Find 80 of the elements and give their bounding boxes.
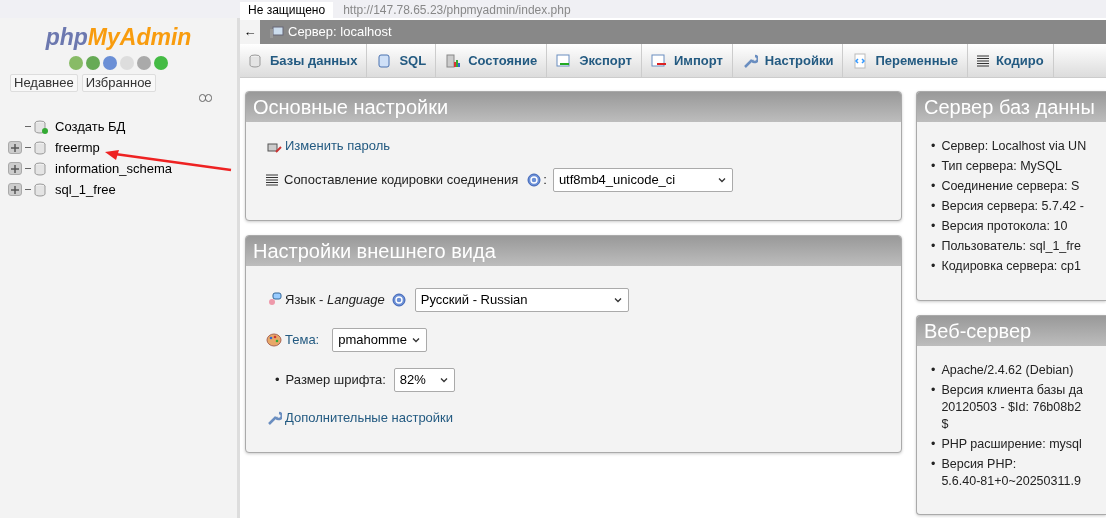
language-label: Язык - Language (285, 291, 385, 310)
server-breadcrumb[interactable]: Сервер: localhost (288, 22, 392, 42)
info-item: Сервер: Localhost via UN (941, 138, 1087, 155)
panel-title: Настройки внешнего вида (253, 239, 496, 264)
bullet: • (931, 198, 936, 215)
dropdown[interactable]: pmahomme (332, 328, 428, 352)
bullet: • (931, 436, 936, 453)
database-icon (34, 140, 48, 155)
nav-tab[interactable]: Кодиро (967, 44, 1054, 77)
expand-icon[interactable] (8, 141, 22, 154)
list-icon (976, 54, 989, 67)
dropdown[interactable]: Русский - Russian (414, 288, 629, 312)
nav-tab[interactable]: Состояние (436, 44, 548, 77)
bullet: • (275, 371, 280, 390)
link-icon[interactable] (199, 94, 212, 102)
help-icon (527, 172, 542, 187)
bullet: • (931, 138, 936, 155)
palette-icon (266, 333, 282, 347)
dropdown[interactable]: 82% (393, 368, 455, 392)
import-icon (650, 52, 667, 69)
bar-chart-icon (445, 52, 462, 69)
more-settings-link[interactable]: Дополнительные настройки (285, 408, 454, 428)
expand-icon[interactable] (8, 162, 22, 175)
list-icon (266, 173, 278, 186)
bullet: • (931, 258, 936, 275)
sidebar-tab[interactable]: Избранное (81, 74, 156, 92)
theme-label: Тема: (285, 331, 320, 350)
sidebar-tab[interactable]: Недавнее (10, 74, 78, 92)
font-size-label: Размер шрифта: (285, 371, 386, 390)
info-item: Версия протокола: 10 (941, 218, 1068, 235)
wrench-icon (266, 409, 282, 426)
back-button[interactable]: ← (240, 20, 260, 44)
info-item: PHP расширение: mysql (941, 436, 1082, 453)
info-item: Тип сервера: MySQL (941, 158, 1062, 175)
nav-tab[interactable]: Импорт (641, 44, 733, 77)
change-password-link[interactable]: Изменить пароль (285, 136, 391, 156)
help-icon[interactable] (103, 56, 117, 70)
help-icon (391, 293, 406, 307)
info-item: Версия клиента базы да 20120503 - $Id: 76b08b2 $ (941, 382, 1083, 433)
server-icon (270, 25, 284, 39)
panel-title: Основные настройки (253, 95, 449, 120)
nav-tab[interactable]: Экспорт (547, 44, 642, 77)
dropdown[interactable]: utf8mb4_unicode_ci (552, 167, 733, 192)
chevron-icon (438, 375, 449, 385)
info-item: Пользователь: sql_1_fre (941, 238, 1081, 255)
code-file-icon (852, 52, 869, 69)
expand-icon[interactable] (8, 183, 22, 196)
colon-label: : (543, 170, 547, 189)
chevron-icon (612, 295, 623, 305)
nav-tab[interactable]: Базы данных (240, 44, 368, 77)
collation-label: Сопоставление кодировки соединения (284, 170, 519, 189)
bullet: • (931, 158, 936, 175)
database-icon (34, 161, 48, 176)
database-icon (249, 53, 263, 68)
database-plus-icon (34, 119, 48, 134)
database-tree-item[interactable]: information_schema (55, 158, 173, 179)
chevron-icon (411, 335, 422, 345)
info-item: Соединение сервера: S (941, 178, 1080, 195)
info-item: Кодировка сервера: cp1 (941, 258, 1081, 275)
bullet: • (931, 218, 936, 235)
nav-tab[interactable]: Переменные (843, 44, 968, 77)
security-label[interactable]: Не защищено (240, 2, 334, 18)
panel-title: Веб-сервер (924, 319, 1032, 344)
database-tree-item[interactable]: Создать БД (55, 116, 126, 137)
phpmyadmin-logo[interactable]: phpMyAdmin (45, 24, 192, 50)
bullet: • (931, 362, 936, 379)
nav-tab[interactable]: SQL (367, 44, 437, 77)
export-icon (556, 52, 573, 69)
bullet: • (931, 382, 936, 399)
bullet: • (931, 456, 936, 473)
info-item: Apache/2.4.62 (Debian) (941, 362, 1074, 379)
info-item: Версия сервера: 5.7.42 - (941, 198, 1084, 215)
database-tree-item[interactable]: freermp (55, 137, 100, 158)
bullet: • (931, 178, 936, 195)
database-tree-item[interactable]: sql_1_free (55, 179, 116, 200)
nav-tab[interactable]: Настройки (732, 44, 844, 77)
database-icon (34, 182, 48, 197)
info-item: Версия PHP: 5.6.40-81+0~20250311.9 (941, 456, 1081, 490)
bullet: • (931, 238, 936, 255)
panel-title: Сервер баз данны (924, 95, 1095, 120)
